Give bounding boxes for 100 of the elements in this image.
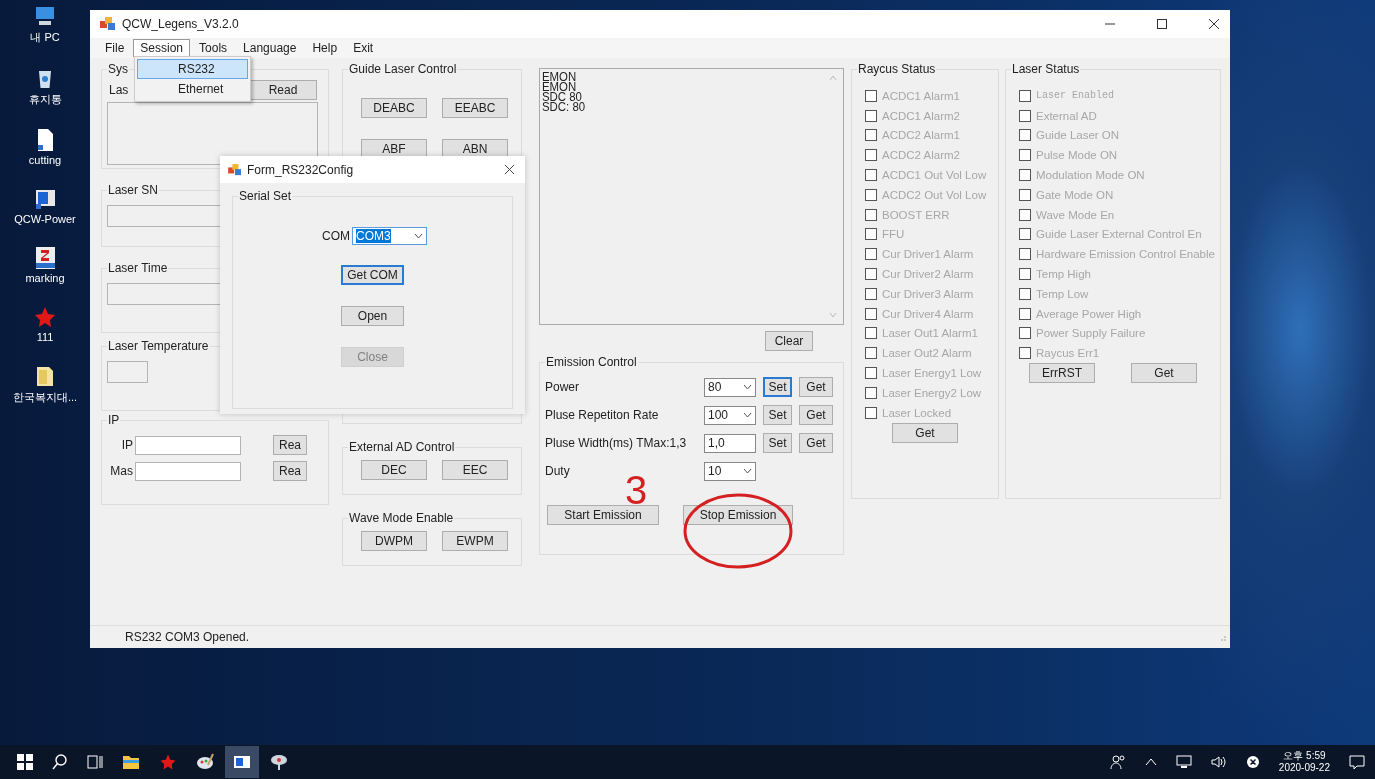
input-field[interactable] [135, 461, 241, 481]
task-view-icon[interactable] [87, 754, 103, 770]
menu-item[interactable]: File [98, 39, 132, 57]
app-window-icon[interactable] [225, 746, 259, 778]
field-label: Duty [545, 464, 571, 478]
command-button[interactable]: DEABC [361, 98, 427, 118]
chevron-down-icon [743, 468, 752, 474]
stop-emission-button[interactable]: Stop Emission [683, 505, 793, 525]
search-icon[interactable] [52, 754, 68, 770]
menu-item[interactable]: Exit [346, 39, 381, 57]
checkbox-label: Cur Driver1 Alarm [882, 248, 974, 261]
command-button[interactable]: Set [763, 405, 792, 425]
network-icon[interactable] [1175, 755, 1192, 769]
checkbox-label: ACDC2 Alarm1 [882, 129, 960, 142]
checkbox-label: ACDC1 Out Vol Low [882, 169, 987, 182]
app-window-icon[interactable] [33, 187, 57, 211]
desktop-icon-label[interactable]: QCW-Power [14, 213, 76, 225]
dialog-button[interactable]: Open [341, 306, 404, 326]
desktop-icon-label[interactable]: marking [25, 272, 65, 284]
close-icon[interactable] [1208, 18, 1220, 30]
desktop-icon-label[interactable]: 내 PC [30, 30, 60, 45]
group-title: Emission Control [545, 355, 638, 369]
dropdown[interactable]: COM3 [352, 227, 427, 245]
checkbox-label: ACDC1 Alarm1 [882, 89, 960, 102]
get-button[interactable]: Get [1130, 363, 1197, 384]
command-button[interactable]: Get [799, 433, 833, 453]
command-button[interactable]: Get [799, 405, 833, 425]
checkbox-label: ACDC2 Alarm2 [882, 149, 960, 162]
desktop-icon-label[interactable]: 한국복지대... [12, 390, 78, 405]
command-button[interactable]: EWPM [442, 531, 508, 551]
command-button[interactable]: Get [799, 377, 833, 397]
checkbox-label: Cur Driver2 Alarm [882, 268, 974, 281]
group-title: Sys [107, 62, 129, 76]
command-button[interactable]: EEC [442, 460, 508, 480]
dropdown[interactable]: 80 [704, 377, 756, 397]
field-label: Pluse Repetiton Rate [545, 408, 660, 422]
group-title: Laser Time [107, 261, 169, 275]
checkbox-label: ACDC1 Alarm2 [882, 109, 960, 122]
group-title: Guide Laser Control [348, 62, 458, 76]
text-field[interactable] [107, 361, 148, 383]
maximize-icon[interactable] [1156, 18, 1168, 30]
command-button[interactable]: ABN [442, 139, 508, 159]
menu-option[interactable]: Ethernet [137, 79, 248, 99]
dialog-button[interactable]: Get COM [341, 265, 404, 285]
checkbox-label: Temp High [1036, 268, 1091, 281]
checkbox-label: Laser Energy1 Low [882, 367, 982, 380]
checkbox-label: Raycus Err1 [1036, 347, 1100, 360]
log-line: SDC: 80 [542, 102, 587, 112]
cad-app-icon[interactable] [33, 246, 57, 270]
checkbox-label: Laser Out1 Alarm1 [882, 327, 978, 340]
field-label: COM [322, 229, 350, 243]
clear-button[interactable]: Clear [765, 331, 813, 351]
dropdown[interactable]: 100 [704, 405, 756, 425]
desktop-icon-label[interactable]: cutting [28, 154, 62, 166]
menu-item[interactable]: Language [236, 39, 304, 57]
star-logo-icon[interactable] [159, 753, 177, 771]
get-button[interactable]: Get [892, 422, 958, 443]
chevron-down-icon [743, 384, 752, 390]
command-button[interactable]: Set [763, 433, 792, 453]
menu-item[interactable]: Tools [192, 39, 235, 57]
people-icon[interactable] [1109, 754, 1126, 770]
input-field[interactable]: 1,0 [704, 433, 756, 453]
checkbox-label: ACDC2 Out Vol Low [882, 188, 987, 201]
checkbox-label: Laser Locked [882, 406, 952, 419]
error-reset-button[interactable]: ErrRST [1029, 363, 1095, 384]
read-button[interactable]: Rea [273, 435, 307, 455]
clock-date[interactable]: 2020-09-22 [1278, 762, 1330, 774]
field-label: IP [120, 438, 134, 452]
menu-item[interactable]: Session [133, 39, 191, 57]
error-circle-icon[interactable] [1245, 755, 1260, 769]
read-button[interactable]: Read [249, 80, 317, 100]
menu-item[interactable]: Help [305, 39, 345, 57]
desktop-icon-label[interactable]: 111 [36, 331, 54, 343]
computer-icon[interactable] [33, 4, 57, 28]
command-button[interactable]: DEC [361, 460, 427, 480]
checkbox-label: Hardware Emission Control Enable [1036, 248, 1215, 261]
read-button[interactable]: Rea [273, 461, 307, 481]
desktop-icon-label[interactable]: 휴지통 [28, 92, 62, 107]
menu-option[interactable]: RS232 [137, 59, 248, 79]
close-icon[interactable] [504, 164, 515, 175]
start-emission-button[interactable]: Start Emission [547, 505, 659, 525]
folder-icon[interactable] [122, 754, 140, 770]
notification-icon[interactable] [1349, 754, 1365, 770]
paint-palette-icon[interactable] [196, 753, 214, 771]
volume-icon[interactable] [1210, 755, 1227, 769]
clock-time[interactable]: 오후 5:59 [1283, 750, 1326, 762]
checkbox-label: FFU [882, 228, 905, 241]
windows-start-icon[interactable] [17, 754, 33, 770]
field-label: Pluse Width(ms) TMax:1,3 [545, 436, 688, 450]
checkbox-label: Cur Driver4 Alarm [882, 307, 974, 320]
command-button[interactable]: ABF [361, 139, 427, 159]
chevron-up-icon[interactable] [1144, 758, 1157, 766]
command-button[interactable]: Set [763, 377, 792, 397]
command-button[interactable]: EEABC [442, 98, 508, 118]
dropdown[interactable]: 10 [704, 461, 756, 481]
star-logo-icon[interactable] [33, 305, 57, 329]
command-button[interactable]: DWPM [361, 531, 427, 551]
checkbox-label: BOOST ERR [882, 208, 950, 221]
satellite-dish-icon[interactable] [270, 753, 288, 771]
input-field[interactable] [135, 435, 241, 455]
